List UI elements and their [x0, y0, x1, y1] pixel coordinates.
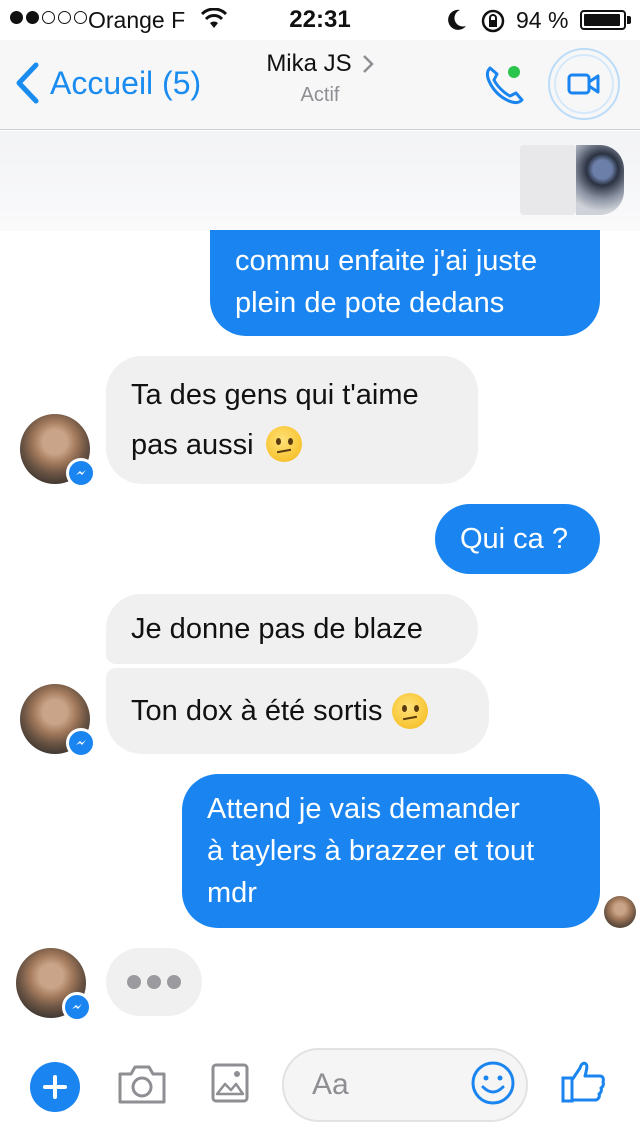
message-bubble-outgoing[interactable]: Qui ca ?	[435, 504, 600, 574]
camera-button[interactable]	[116, 1062, 168, 1111]
chat-header-strip	[0, 131, 640, 231]
confused-face-emoji	[265, 426, 302, 462]
message-text: plein de pote dedans	[235, 287, 505, 319]
blurred-avatar	[576, 145, 624, 215]
phone-call-button[interactable]	[480, 60, 530, 110]
image-icon	[211, 1063, 249, 1103]
message-bubble-outgoing[interactable]: commu enfaite j'ai juste plein de pote d…	[210, 230, 600, 336]
message-text: mdr	[207, 877, 257, 909]
messenger-badge-icon	[66, 458, 96, 488]
composer-bar: Aa	[0, 1040, 640, 1136]
back-chevron-icon	[16, 62, 39, 104]
message-text: Ton dox à été sortis	[131, 695, 383, 727]
rotation-lock-icon	[480, 8, 506, 40]
message-text: Ta des gens qui t'aime	[131, 379, 419, 411]
message-text: Attend je vais demander	[207, 793, 520, 825]
chevron-right-icon	[362, 55, 374, 73]
like-button[interactable]	[560, 1058, 608, 1111]
battery-percentage: 94 %	[516, 7, 569, 33]
contact-avatar[interactable]	[20, 414, 96, 488]
blurred-thumbnail	[520, 145, 576, 215]
message-input-placeholder: Aa	[312, 1068, 349, 1101]
battery-icon	[580, 10, 626, 30]
message-bubble-incoming[interactable]: Ton dox à été sortis	[106, 668, 489, 754]
video-camera-icon	[567, 73, 600, 95]
navigation-bar: Accueil (5) Mika JS Actif	[0, 40, 640, 130]
camera-icon	[118, 1065, 166, 1104]
back-button[interactable]: Accueil (5)	[14, 62, 201, 104]
message-bubble-outgoing[interactable]: Attend je vais demander à taylers à braz…	[182, 774, 600, 928]
status-bar: Orange F 22:31 94 %	[0, 0, 640, 40]
moon-icon	[446, 8, 468, 38]
emoji-button[interactable]	[470, 1060, 516, 1111]
message-text: pas aussi	[131, 429, 254, 461]
message-bubble-incoming[interactable]: Je donne pas de blaze	[106, 594, 478, 664]
contact-name: Mika JS	[266, 50, 352, 77]
messenger-badge-icon	[62, 992, 92, 1022]
back-label: Accueil (5)	[50, 64, 202, 101]
message-text: Qui ca ?	[460, 523, 568, 555]
message-text: commu enfaite j'ai juste	[235, 245, 538, 277]
video-call-button[interactable]	[548, 48, 620, 120]
smiley-icon	[471, 1061, 515, 1105]
phone-icon	[485, 66, 524, 105]
message-text: à taylers à brazzer et tout	[207, 835, 535, 867]
message-bubble-incoming[interactable]: Ta des gens qui t'aime pas aussi	[106, 356, 478, 484]
typing-indicator	[106, 948, 202, 1016]
contact-avatar[interactable]	[16, 948, 92, 1022]
gallery-button[interactable]	[210, 1062, 250, 1109]
plus-icon	[43, 1075, 67, 1099]
contact-avatar[interactable]	[20, 684, 96, 758]
conversation-title[interactable]: Mika JS Actif	[250, 50, 390, 107]
thumbs-up-icon	[561, 1061, 605, 1103]
read-receipt-avatar	[604, 896, 636, 928]
contact-status: Actif	[300, 84, 340, 106]
messenger-badge-icon	[66, 728, 96, 758]
battery-tip	[627, 16, 631, 24]
message-text: Je donne pas de blaze	[131, 613, 423, 645]
more-actions-button[interactable]	[30, 1062, 80, 1112]
confused-face-emoji	[392, 693, 429, 729]
